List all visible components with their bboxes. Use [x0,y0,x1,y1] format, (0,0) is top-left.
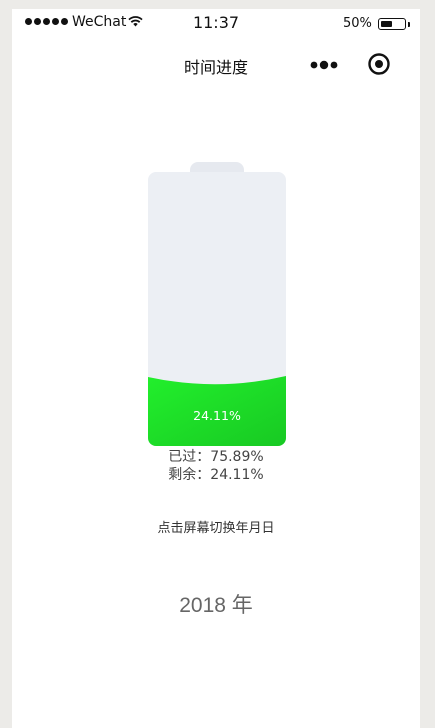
page-title: 时间进度 [183,58,248,77]
more-dots-icon[interactable] [310,56,340,74]
toggle-period-hint[interactable]: 点击屏幕切换年月日 [12,517,420,536]
battery-level-fill [380,20,392,27]
progress-battery[interactable]: 24.11% [148,162,286,446]
passed-percent-text: 已过：75.89% [168,449,264,465]
status-bar: WeChat 11:37 50% [12,9,420,39]
target-circle-icon[interactable] [367,52,391,76]
remaining-percent-text: 剩余：24.11% [168,467,264,483]
battery-icon [378,18,410,30]
period-display: 2018 年 [179,594,253,617]
fill-percent-label: 24.11% [193,408,241,423]
phone-screen[interactable]: WeChat 11:37 50% 时间进度 24.11% 已过：75.89% 剩… [12,9,420,728]
battery-percent: 50% [343,16,372,31]
